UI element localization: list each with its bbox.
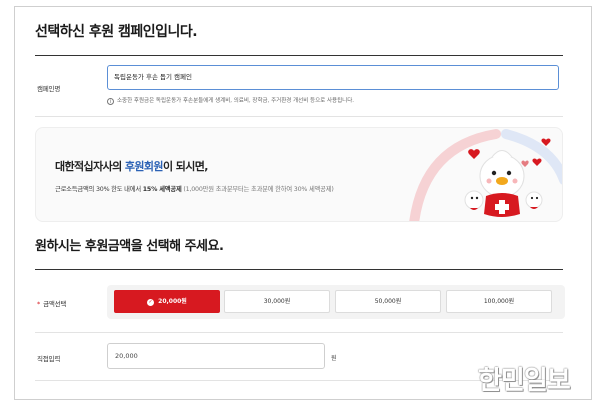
watermark-logo: 한민일보 <box>478 366 571 396</box>
membership-banner: 대한적십자사의 후원회원이 되시면, 근로소득금액의 30% 한도 내에서 15… <box>35 127 563 222</box>
direct-input-label: 직접입력 <box>37 355 61 363</box>
banner-title-emphasis: 후원회원 <box>124 160 164 173</box>
donation-form: 선택하신 후원 캠페인입니다. 캠페인명 독립운동가 후손 돕기 캠페인 i 소중… <box>14 6 592 400</box>
red-cross-mascot-icon <box>464 138 551 217</box>
required-mark: * <box>37 300 41 308</box>
direct-amount-input[interactable] <box>107 343 325 369</box>
campaign-name-label: 캠페인명 <box>37 85 61 93</box>
currency-unit: 원 <box>331 355 337 362</box>
banner-title: 대한적십자사의 후원회원이 되시면, <box>55 160 208 173</box>
amount-options: ✓ 20,000원 30,000원 50,000원 100,000원 <box>107 285 565 319</box>
campaign-hint: i 소중한 후원금은 독립운동가 후손분들에게 생계비, 의료비, 장학금, 주거… <box>107 96 354 105</box>
campaign-section-title: 선택하신 후원 캠페인입니다. <box>35 24 198 40</box>
campaign-hint-text: 소중한 후원금은 독립운동가 후손분들에게 생계비, 의료비, 장학금, 주거환… <box>117 98 354 104</box>
banner-subtitle: 근로소득금액의 30% 한도 내에서 15% 세액공제 (1,000만원 초과분… <box>55 186 334 193</box>
amount-select-label: * 금액선택 <box>37 300 67 308</box>
info-circle-icon: i <box>107 98 114 105</box>
divider <box>35 269 563 270</box>
amount-option-20000[interactable]: ✓ 20,000원 <box>114 290 220 313</box>
divider <box>35 55 563 56</box>
divider <box>35 332 563 333</box>
amount-option-100000[interactable]: 100,000원 <box>446 290 552 313</box>
divider <box>35 116 563 117</box>
amount-option-30000[interactable]: 30,000원 <box>224 290 330 313</box>
amount-section-title: 원하시는 후원금액을 선택해 주세요. <box>35 239 224 254</box>
amount-option-50000[interactable]: 50,000원 <box>335 290 441 313</box>
check-circle-icon: ✓ <box>147 299 155 306</box>
campaign-name-field[interactable]: 독립운동가 후손 돕기 캠페인 <box>107 65 559 90</box>
